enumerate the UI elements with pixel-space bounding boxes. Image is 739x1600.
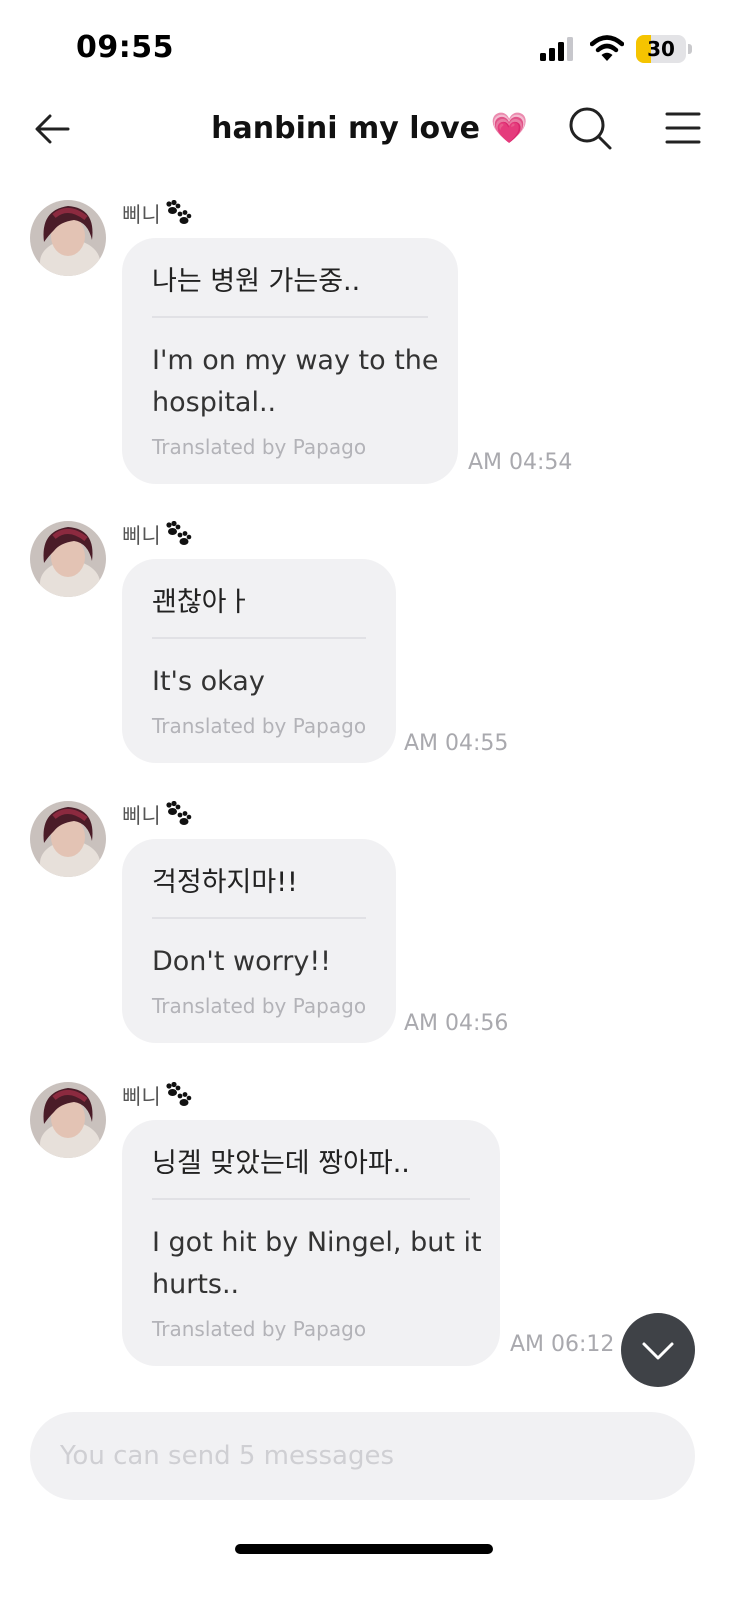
back-button[interactable] xyxy=(30,106,76,152)
sender-name: 삐니 xyxy=(122,1082,193,1116)
avatar[interactable] xyxy=(30,200,106,276)
message-bubble[interactable]: 나는 병원 가는중.. I'm on my way to the hospita… xyxy=(122,238,458,484)
menu-button[interactable] xyxy=(664,108,702,148)
message-translation-line: I got hit by Ningel, but it xyxy=(152,1227,482,1258)
scroll-to-bottom-button[interactable] xyxy=(621,1313,695,1387)
translated-by-label: Translated by Papago xyxy=(152,994,367,1018)
translation-divider xyxy=(152,637,366,639)
search-button[interactable] xyxy=(566,104,614,152)
paw-prints-icon xyxy=(166,801,191,825)
battery-nub xyxy=(688,44,692,54)
message-translation-line: Don't worry!! xyxy=(152,946,331,977)
chat-header: hanbini my love 💗 xyxy=(0,96,739,166)
translation-divider xyxy=(152,316,428,318)
message-timestamp: AM 06:12 xyxy=(510,1332,615,1357)
message-translation-line: I'm on my way to the xyxy=(152,345,439,376)
message-translation-line: It's okay xyxy=(152,666,265,697)
message-original-text: 걱정하지마!! xyxy=(152,867,298,898)
translation-divider xyxy=(152,1198,470,1200)
paw-prints-icon xyxy=(166,200,191,224)
chevron-down-icon xyxy=(642,1342,674,1360)
translation-divider xyxy=(152,917,366,919)
translated-by-label: Translated by Papago xyxy=(152,435,367,459)
home-indicator[interactable] xyxy=(235,1544,493,1554)
message-translation-line: hospital.. xyxy=(152,387,277,418)
search-icon xyxy=(569,107,612,150)
chat-title: hanbini my love 💗 xyxy=(211,111,528,146)
translated-by-label: Translated by Papago xyxy=(152,1317,367,1341)
battery-icon: 30 xyxy=(636,35,686,63)
sender-name: 삐니 xyxy=(122,521,193,555)
message-input-bar xyxy=(30,1412,695,1500)
status-time: 09:55 xyxy=(76,30,174,65)
avatar[interactable] xyxy=(30,1082,106,1158)
message-original-text: 닝겔 맞았는데 짱아파.. xyxy=(152,1148,410,1179)
arrow-left-icon xyxy=(35,114,70,144)
translated-by-label: Translated by Papago xyxy=(152,714,367,738)
message-original-text: 나는 병원 가는중.. xyxy=(152,266,361,297)
paw-prints-icon xyxy=(166,1082,191,1106)
message-timestamp: AM 04:56 xyxy=(404,1011,509,1036)
battery-level: 30 xyxy=(647,37,675,61)
message-timestamp: AM 04:55 xyxy=(404,731,509,756)
message-input[interactable] xyxy=(60,1412,660,1500)
message-bubble[interactable]: 걱정하지마!! Don't worry!! Translated by Papa… xyxy=(122,839,396,1043)
message-translation-line: hurts.. xyxy=(152,1269,240,1300)
wifi-icon xyxy=(590,35,624,61)
sender-name: 삐니 xyxy=(122,200,193,234)
message-bubble[interactable]: 괜찮아ㅏ It's okay Translated by Papago xyxy=(122,559,396,763)
status-bar: 09:55 30 xyxy=(0,0,739,96)
avatar[interactable] xyxy=(30,521,106,597)
avatar[interactable] xyxy=(30,801,106,877)
hamburger-menu-icon xyxy=(665,112,701,144)
paw-prints-icon xyxy=(166,521,191,545)
message-timestamp: AM 04:54 xyxy=(468,450,573,475)
message-original-text: 괜찮아ㅏ xyxy=(152,587,252,618)
message-bubble[interactable]: 닝겔 맞았는데 짱아파.. I got hit by Ningel, but i… xyxy=(122,1120,500,1366)
sender-name: 삐니 xyxy=(122,801,193,835)
cellular-signal-icon xyxy=(540,37,573,61)
